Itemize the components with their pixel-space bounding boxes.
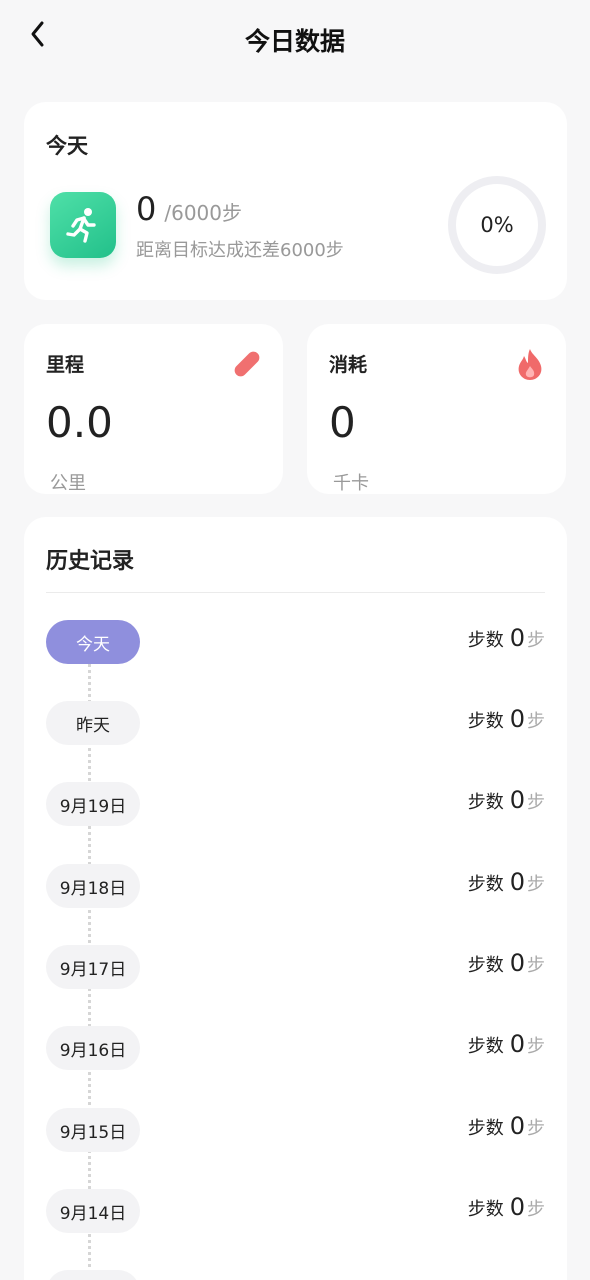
steps-label: 步数 xyxy=(467,630,504,651)
steps-value: 0 xyxy=(509,949,525,977)
steps-label: 步数 xyxy=(467,1199,504,1220)
steps-remaining-text: 距离目标达成还差6000步 xyxy=(136,240,344,261)
calorie-card: 消耗 0 千卡 xyxy=(307,324,566,494)
today-steps-goal: /6000步 xyxy=(164,201,242,225)
steps-unit: 步 xyxy=(527,792,545,813)
date-pill[interactable] xyxy=(46,1270,140,1280)
row-steps: 步数 0 步 xyxy=(468,868,545,896)
row-steps: 步数 0 步 xyxy=(468,1193,545,1221)
steps-unit: 步 xyxy=(527,1199,545,1220)
distance-card: 里程 0.0 公里 xyxy=(24,324,283,494)
history-row xyxy=(46,1270,545,1280)
date-pill[interactable]: 昨天 xyxy=(46,701,140,745)
today-label: 今天 xyxy=(46,134,88,158)
history-row: 9月16日 步数 0 步 xyxy=(46,1026,545,1070)
distance-unit: 公里 xyxy=(50,473,86,494)
today-steps-value: 0 xyxy=(136,190,157,228)
ruler-icon xyxy=(234,351,260,377)
steps-value: 0 xyxy=(509,1112,525,1140)
history-row: 9月19日 步数 0 步 xyxy=(46,782,545,826)
distance-label: 里程 xyxy=(46,354,85,376)
steps-unit: 步 xyxy=(527,711,545,732)
steps-label: 步数 xyxy=(467,711,504,732)
steps-value: 0 xyxy=(509,1030,525,1058)
calorie-label: 消耗 xyxy=(329,354,368,376)
steps-unit: 步 xyxy=(527,1036,545,1057)
history-row: 昨天 步数 0 步 xyxy=(46,701,545,745)
history-card: 历史记录 今天 步数 0 步 昨天 步数 0 步 9月19日 步数 0 步 9月… xyxy=(24,517,567,1280)
steps-label: 步数 xyxy=(467,955,504,976)
running-icon xyxy=(50,192,116,258)
steps-unit: 步 xyxy=(527,1118,545,1139)
calorie-value: 0 xyxy=(329,398,356,447)
date-pill[interactable]: 9月15日 xyxy=(46,1108,140,1152)
calorie-unit: 千卡 xyxy=(333,473,369,494)
history-row: 9月15日 步数 0 步 xyxy=(46,1108,545,1152)
row-steps: 步数 0 步 xyxy=(468,949,545,977)
page-title: 今日数据 xyxy=(244,27,345,56)
steps-value: 0 xyxy=(509,705,525,733)
date-pill[interactable]: 9月18日 xyxy=(46,864,140,908)
steps-value: 0 xyxy=(509,786,525,814)
steps-value: 0 xyxy=(509,624,525,652)
progress-percent: 0% xyxy=(480,213,514,237)
today-summary-card: 今天 0 /6000步 距离目标达成还差6000步 0% xyxy=(24,102,567,300)
steps-line: 0 /6000步 xyxy=(136,190,242,228)
header: 今日数据 xyxy=(0,0,590,80)
steps-unit: 步 xyxy=(527,874,545,895)
row-steps: 步数 0 步 xyxy=(468,624,545,652)
row-steps: 步数 0 步 xyxy=(468,1030,545,1058)
date-pill[interactable]: 9月16日 xyxy=(46,1026,140,1070)
distance-value: 0.0 xyxy=(46,398,113,447)
date-pill[interactable]: 9月17日 xyxy=(46,945,140,989)
steps-unit: 步 xyxy=(527,630,545,651)
steps-value: 0 xyxy=(509,1193,525,1221)
steps-value: 0 xyxy=(509,868,525,896)
row-steps: 步数 0 步 xyxy=(468,1112,545,1140)
steps-label: 步数 xyxy=(467,874,504,895)
steps-label: 步数 xyxy=(467,792,504,813)
history-row: 9月18日 步数 0 步 xyxy=(46,864,545,908)
row-steps: 步数 0 步 xyxy=(468,786,545,814)
history-row: 今天 步数 0 步 xyxy=(46,620,545,664)
today-data-page: 今日数据 今天 0 /6000步 距离目标达成还差6000步 0% 里程 0.0… xyxy=(0,0,590,1280)
steps-label: 步数 xyxy=(467,1118,504,1139)
steps-unit: 步 xyxy=(527,955,545,976)
date-pill[interactable]: 9月19日 xyxy=(46,782,140,826)
history-row: 9月17日 步数 0 步 xyxy=(46,945,545,989)
date-pill-today[interactable]: 今天 xyxy=(46,620,140,664)
date-pill[interactable]: 9月14日 xyxy=(46,1189,140,1233)
divider xyxy=(46,592,545,593)
history-row: 9月14日 步数 0 步 xyxy=(46,1189,545,1233)
flame-icon xyxy=(518,349,542,380)
steps-label: 步数 xyxy=(467,1036,504,1057)
row-steps: 步数 0 步 xyxy=(468,705,545,733)
history-title: 历史记录 xyxy=(46,549,135,574)
